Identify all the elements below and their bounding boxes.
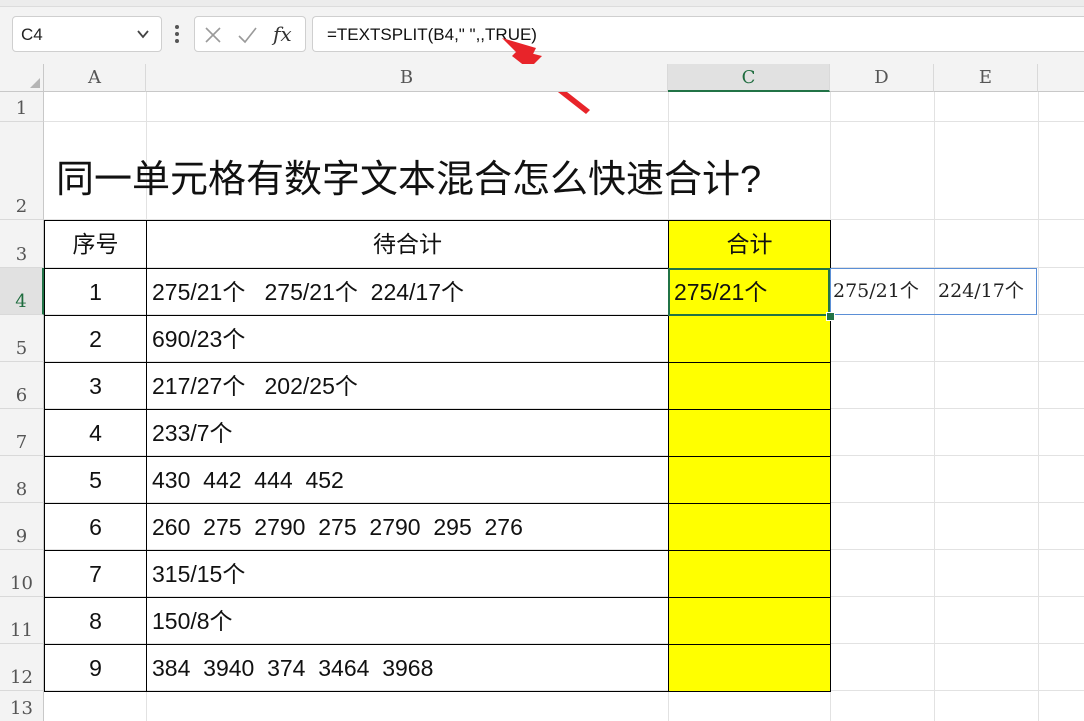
name-box[interactable]: C4 [12,16,162,52]
table-row-total[interactable] [668,315,830,362]
row-header-13[interactable]: 13 [0,691,44,721]
row-header-11[interactable]: 11 [0,597,44,644]
row-header-3[interactable]: 3 [0,220,44,268]
table-row-total[interactable] [668,503,830,550]
table-row-text[interactable]: 690/23个 [146,315,668,362]
column-header-a[interactable]: A [44,64,146,92]
column-header-c[interactable]: C [668,64,830,92]
row-header-1[interactable]: 1 [0,92,44,122]
sheet-title[interactable]: 同一单元格有数字文本混合怎么快速合计? [56,148,761,203]
table-row-no[interactable]: 4 [44,409,146,456]
table-row-text[interactable]: 233/7个 [146,409,668,456]
table-row-total[interactable] [668,362,830,409]
row-header-2[interactable]: 2 [0,122,44,220]
formula-input[interactable]: =TEXTSPLIT(B4," ",,TRUE) [312,16,1084,52]
formula-buttons: fx [194,16,306,52]
row-header-7[interactable]: 7 [0,409,44,456]
table-row-total[interactable] [668,597,830,644]
table-row-no[interactable]: 1 [44,268,146,315]
table-row-text[interactable]: 430 442 444 452 [146,456,668,503]
column-header-b[interactable]: B [146,64,668,92]
name-box-value[interactable]: C4 [21,25,43,45]
header-cell-no[interactable]: 序号 [44,220,146,268]
table-row-no[interactable]: 6 [44,503,146,550]
select-all-corner[interactable] [0,64,44,92]
table-row-total[interactable] [668,644,830,691]
more-vertical-icon[interactable] [172,22,182,46]
check-icon[interactable] [237,25,257,45]
table-row-no[interactable]: 5 [44,456,146,503]
table-row-total[interactable] [668,550,830,597]
row-header-8[interactable]: 8 [0,456,44,503]
chevron-down-icon[interactable] [135,26,151,42]
active-cell-c4[interactable] [668,268,830,316]
table-row-text[interactable]: 150/8个 [146,597,668,644]
spill-cell-e4[interactable]: 224/17个 [938,268,1024,315]
column-header-d[interactable]: D [830,64,934,92]
row-header-5[interactable]: 5 [0,315,44,362]
spill-cell-d4[interactable]: 275/21个 [833,268,919,315]
fill-handle[interactable] [826,312,835,321]
row-header-9[interactable]: 9 [0,503,44,550]
table-row-no[interactable]: 3 [44,362,146,409]
table-row-no[interactable]: 7 [44,550,146,597]
row-header-6[interactable]: 6 [0,362,44,409]
table-row-no[interactable]: 2 [44,315,146,362]
table-row-no[interactable]: 9 [44,644,146,691]
table-row-total[interactable] [668,456,830,503]
column-header-e[interactable]: E [934,64,1038,92]
table-row-text[interactable]: 315/15个 [146,550,668,597]
table-row-text[interactable]: 260 275 2790 275 2790 295 276 [146,503,668,550]
table-row-text[interactable]: 384 3940 374 3464 3968 [146,644,668,691]
header-cell-pending[interactable]: 待合计 [146,220,668,268]
table-row-total[interactable] [668,409,830,456]
ribbon-edge [0,0,1084,7]
cancel-icon[interactable] [203,25,223,45]
row-header-12[interactable]: 12 [0,644,44,691]
table-row-text[interactable]: 275/21个 275/21个 224/17个 [146,268,668,315]
row-header-4[interactable]: 4 [0,268,44,315]
row-header-10[interactable]: 10 [0,550,44,597]
function-icon[interactable]: fx [273,22,292,46]
table-row-text[interactable]: 217/27个 202/25个 [146,362,668,409]
header-cell-total[interactable]: 合计 [668,220,830,268]
table-row-no[interactable]: 8 [44,597,146,644]
column-header-f[interactable] [1038,64,1084,92]
